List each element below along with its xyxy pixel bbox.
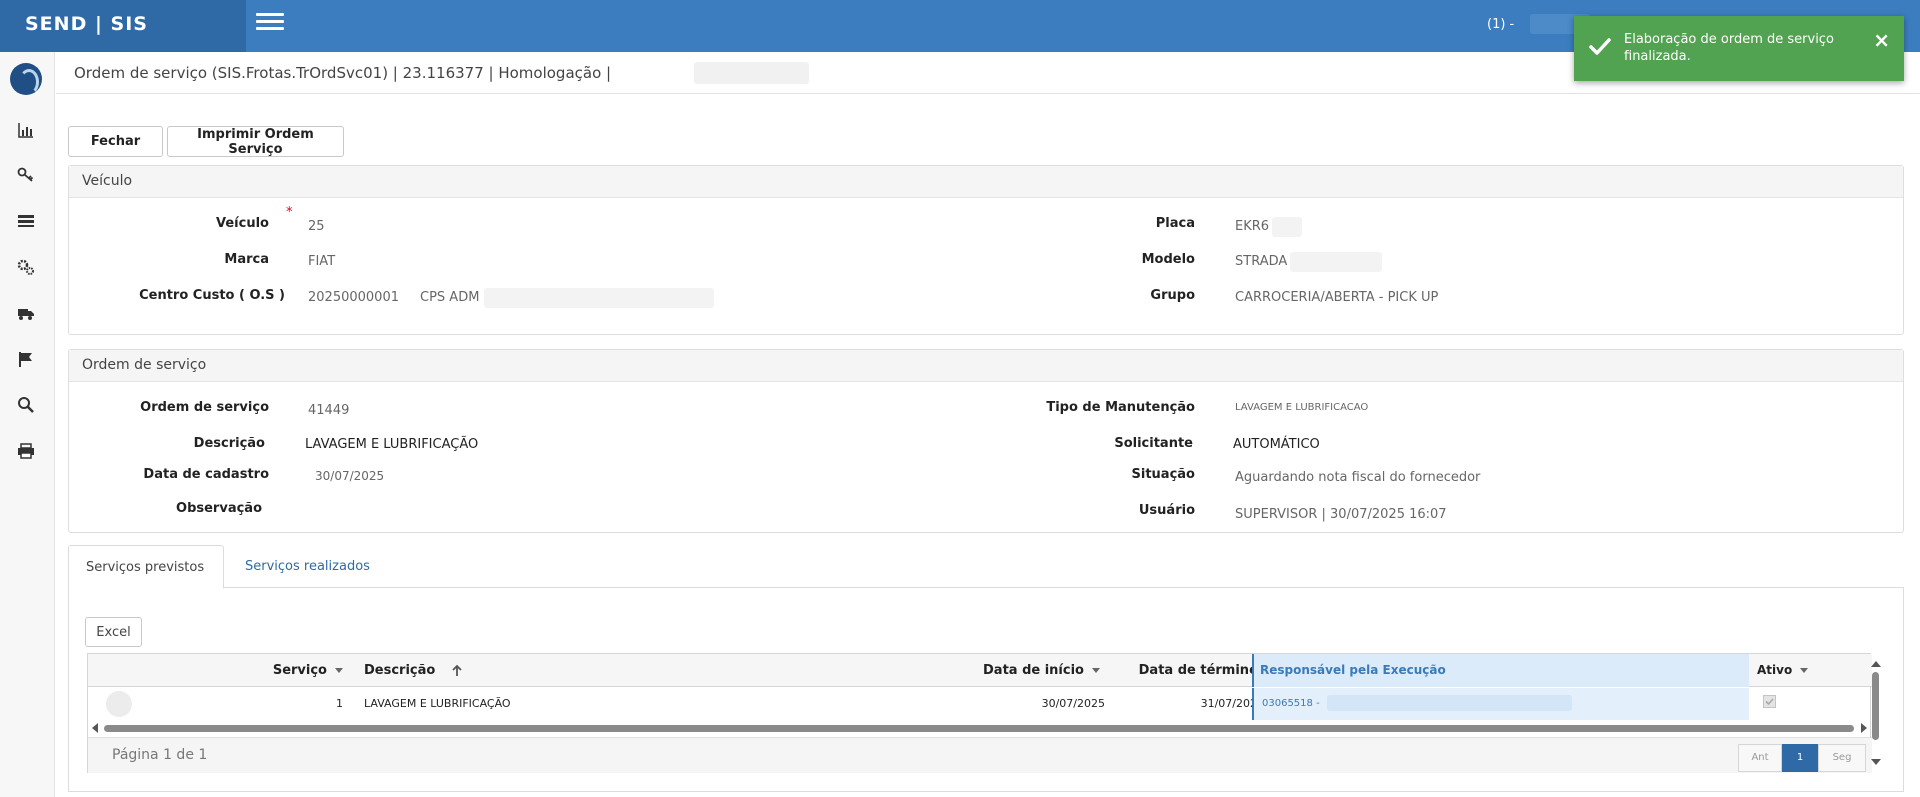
row-search-icon[interactable] xyxy=(106,688,134,720)
col-responsible-label: Responsável pela Execução xyxy=(1260,663,1446,677)
sort-dropdown-icon[interactable] xyxy=(1800,668,1809,673)
key-icon[interactable] xyxy=(17,166,35,184)
sort-dropdown-icon[interactable] xyxy=(1092,668,1100,673)
print-icon[interactable] xyxy=(17,442,35,460)
user-count[interactable]: (1) - xyxy=(1487,17,1514,32)
model-redacted xyxy=(1290,252,1382,272)
user-value: SUPERVISOR | 30/07/2025 16:07 xyxy=(1235,507,1447,522)
plate-redacted xyxy=(1272,217,1302,237)
scroll-right-icon[interactable] xyxy=(1860,723,1868,733)
sidebar xyxy=(0,52,55,797)
chart-icon[interactable] xyxy=(17,121,35,139)
col-active[interactable]: Ativo xyxy=(1749,654,1872,687)
brand-label: Marca xyxy=(224,252,269,267)
order-panel-title: Ordem de serviço xyxy=(69,350,1903,382)
responsible-redacted xyxy=(1326,695,1572,711)
group-value: CARROCERIA/ABERTA - PICK UP xyxy=(1235,290,1439,305)
tab-bar: Serviços previstos Serviços realizados xyxy=(68,545,1904,589)
cell-description: LAVAGEM E LUBRIFICAÇÃO xyxy=(364,697,511,710)
cost-center-label: Centro Custo ( O.S ) xyxy=(139,288,285,303)
checkbox-checked-icon[interactable] xyxy=(1763,695,1776,708)
next-page-button[interactable]: Seg xyxy=(1818,744,1866,772)
print-order-button[interactable]: Imprimir Ordem Serviço xyxy=(167,126,344,157)
list-icon[interactable] xyxy=(17,212,35,230)
order-panel: Ordem de serviço Ordem de serviço 41449 … xyxy=(68,349,1904,533)
flag-icon[interactable] xyxy=(17,350,35,368)
horizontal-scroll-thumb[interactable] xyxy=(104,725,1854,732)
plate-label: Placa xyxy=(1155,216,1195,231)
environment-redacted xyxy=(694,62,809,84)
page-info: Página 1 de 1 xyxy=(112,747,208,763)
vehicle-panel: Veículo Veículo * 25 Marca FIAT Centro C… xyxy=(68,165,1904,335)
description-value: LAVAGEM E LUBRIFICAÇÃO xyxy=(305,437,479,452)
truck-icon[interactable] xyxy=(17,304,35,322)
required-marker: * xyxy=(286,205,293,220)
order-number-label: Ordem de serviço xyxy=(140,400,269,415)
cost-center-redacted xyxy=(484,288,714,308)
col-description-label: Descrição xyxy=(364,663,436,678)
cell-responsible-value: 03065518 - xyxy=(1262,698,1320,709)
cost-center-code: 20250000001 xyxy=(308,290,399,305)
plate-value: EKR6 xyxy=(1235,219,1270,234)
scroll-left-icon[interactable] xyxy=(91,723,99,733)
col-start-date[interactable]: Data de início xyxy=(728,654,1110,687)
order-number-value: 41449 xyxy=(308,403,350,418)
col-service[interactable]: Serviço xyxy=(88,654,353,687)
description-label: Descrição xyxy=(193,436,265,451)
scroll-up-icon[interactable] xyxy=(1871,660,1881,668)
sort-ascending-icon[interactable] xyxy=(450,664,464,678)
brand-logo[interactable]: SEND | SIS xyxy=(0,0,246,52)
tab-planned-services[interactable]: Serviços previstos xyxy=(68,545,224,589)
settings-gears-icon[interactable] xyxy=(17,258,35,276)
page-1-button[interactable]: 1 xyxy=(1782,744,1818,772)
vertical-scrollbar[interactable] xyxy=(1870,660,1882,770)
user-label: Usuário xyxy=(1138,503,1195,518)
page-title: Ordem de serviço (SIS.Frotas.TrOrdSvc01)… xyxy=(74,64,612,82)
horizontal-scrollbar[interactable] xyxy=(88,721,1872,735)
vertical-scroll-thumb[interactable] xyxy=(1872,672,1879,740)
vehicle-value[interactable]: 25 xyxy=(308,219,325,234)
grid-header: Serviço Descrição Data de início Data de… xyxy=(88,654,1872,687)
services-grid: Serviço Descrição Data de início Data de… xyxy=(87,653,1872,773)
cell-active[interactable] xyxy=(1749,688,1809,720)
registration-date-label: Data de cadastro xyxy=(143,467,269,482)
vehicle-panel-title: Veículo xyxy=(69,166,1903,198)
col-responsible[interactable]: Responsável pela Execução xyxy=(1252,654,1749,687)
maintenance-type-value: LAVAGEM E LUBRIFICACAO xyxy=(1235,402,1369,413)
col-end-date-label: Data de término xyxy=(1138,663,1258,678)
maintenance-type-label: Tipo de Manutenção xyxy=(1046,400,1195,415)
close-button[interactable]: Fechar xyxy=(68,126,163,157)
scroll-down-icon[interactable] xyxy=(1871,758,1881,766)
app-logo-icon[interactable] xyxy=(10,63,42,95)
toast-close-icon[interactable]: × xyxy=(1873,30,1890,50)
pager: Página 1 de 1 Ant 1 Seg xyxy=(88,737,1872,773)
tab-performed-services[interactable]: Serviços realizados xyxy=(228,545,387,589)
sort-dropdown-icon[interactable] xyxy=(335,668,343,673)
prev-page-button[interactable]: Ant xyxy=(1738,744,1782,772)
search-icon[interactable] xyxy=(17,396,35,414)
cost-center-desc: CPS ADM xyxy=(420,290,480,305)
cell-start-date: 30/07/2025 xyxy=(1041,697,1105,710)
requester-label: Solicitante xyxy=(1114,436,1193,451)
excel-export-button[interactable]: Excel xyxy=(85,617,142,647)
observation-label: Observação xyxy=(176,501,262,516)
cell-end-date: 31/07/2025 xyxy=(1200,697,1264,710)
col-active-label: Ativo xyxy=(1757,663,1793,677)
cell-service: 1 xyxy=(336,697,343,710)
model-value: STRADA xyxy=(1235,254,1288,269)
col-start-date-label: Data de início xyxy=(983,663,1084,678)
cell-responsible: 03065518 - xyxy=(1252,688,1749,720)
col-service-label: Serviço xyxy=(272,663,327,678)
model-label: Modelo xyxy=(1141,252,1195,267)
group-label: Grupo xyxy=(1150,288,1195,303)
requester-value: AUTOMÁTICO xyxy=(1233,437,1320,452)
brand-value: FIAT xyxy=(308,254,336,269)
status-value: Aguardando nota fiscal do fornecedor xyxy=(1235,470,1481,485)
menu-toggle-icon[interactable] xyxy=(256,13,284,35)
registration-date-value: 30/07/2025 xyxy=(315,469,385,483)
page-header: Ordem de serviço (SIS.Frotas.TrOrdSvc01)… xyxy=(56,52,1920,94)
vehicle-label: Veículo xyxy=(216,216,269,231)
status-label: Situação xyxy=(1131,467,1195,482)
